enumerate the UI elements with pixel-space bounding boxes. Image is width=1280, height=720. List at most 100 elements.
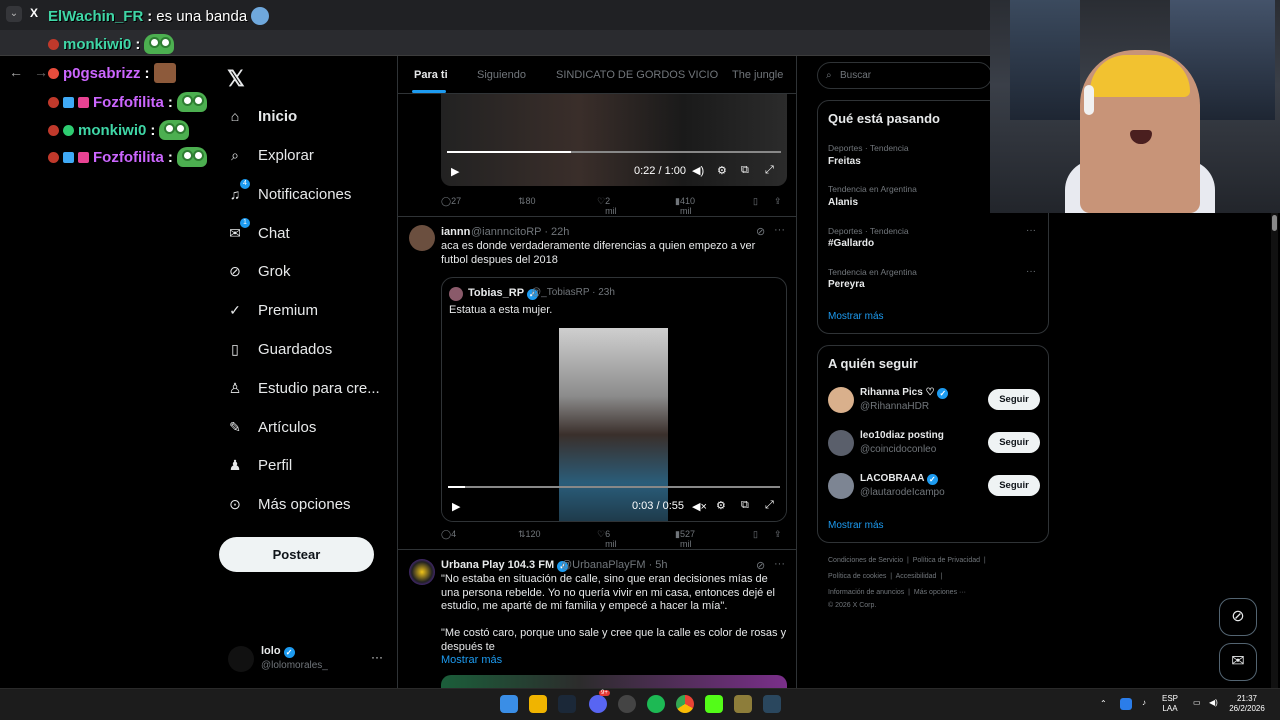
tray-app-icon[interactable] [1120, 698, 1132, 710]
more-icon[interactable]: ··· [1026, 266, 1036, 277]
avatar[interactable] [828, 387, 854, 413]
nav-profile[interactable]: ♟ Perfil [226, 456, 292, 474]
post-handle-time[interactable]: @UrbanaPlayFM · 5h [561, 559, 668, 571]
kick-icon[interactable] [705, 695, 723, 713]
nav-creator-studio[interactable]: ♙ Estudio para cre... [226, 379, 380, 397]
language-indicator[interactable]: ESP LAA [1162, 694, 1178, 714]
trend-title[interactable]: #Gallardo [828, 238, 874, 249]
follow-button[interactable]: Seguir [988, 432, 1040, 453]
footer-link[interactable]: Política de cookies [828, 573, 886, 580]
page-scrollbar[interactable] [1271, 213, 1278, 688]
reply-button[interactable]: ◯ 27 [441, 196, 461, 207]
file-explorer-icon[interactable] [529, 695, 547, 713]
share-icon[interactable]: ⇪ [774, 196, 782, 207]
follow-name-row[interactable]: Rihanna Pics ♡ ✓ [860, 387, 949, 399]
post-author[interactable]: iannn [441, 226, 470, 238]
follow-show-more-link[interactable]: Mostrar más [828, 520, 884, 531]
account-switcher[interactable]: lolo ✓ @lolomorales_ ··· [228, 644, 388, 674]
volume-icon[interactable]: ◀) [692, 164, 704, 177]
video-player[interactable]: ▶ 0:03 / 0:55 ◀× ⚙ ⧉ ⤢ [442, 328, 786, 521]
avatar[interactable] [828, 473, 854, 499]
x-favicon-icon[interactable]: X [30, 6, 44, 20]
footer-link[interactable]: Accesibilidad [896, 573, 937, 580]
volume-icon[interactable]: ◀) [1209, 698, 1218, 708]
nav-chat[interactable]: ✉ 1 Chat [226, 218, 290, 242]
post-author-row[interactable]: Urbana Play 104.3 FM ✓ [441, 559, 569, 572]
like-button[interactable]: ♡ 2 mil [597, 196, 617, 216]
bookmark-icon[interactable]: ▯ [753, 196, 758, 207]
like-button[interactable]: ♡ 6 mil [597, 529, 617, 549]
steam-icon[interactable] [558, 695, 576, 713]
nav-premium[interactable]: ✓ Premium [226, 301, 318, 319]
nav-more[interactable]: ⊙ Más opciones [226, 495, 350, 513]
footer-link[interactable]: Más opciones ··· [914, 589, 966, 596]
footer-link[interactable]: Política de Privacidad [913, 557, 980, 564]
pip-icon[interactable]: ⧉ [741, 164, 749, 177]
repost-button[interactable]: ⇅ 120 [518, 529, 541, 540]
views-button[interactable]: ▮ 410 mil [675, 196, 695, 216]
follow-button[interactable]: Seguir [988, 389, 1040, 410]
forward-arrow-icon[interactable]: → [34, 64, 48, 80]
mute-icon[interactable]: ◀× [692, 500, 707, 513]
post-media[interactable] [441, 675, 787, 688]
nav-articles[interactable]: ✎ Artículos [226, 418, 316, 436]
x-logo-icon[interactable]: 𝕏 [227, 66, 245, 92]
nav-notifications[interactable]: ♫ 4 Notificaciones [226, 179, 351, 203]
trend-title[interactable]: Alanis [828, 197, 858, 208]
follow-button[interactable]: Seguir [988, 475, 1040, 496]
messages-fab-icon[interactable]: ✉ [1219, 643, 1257, 681]
discord-icon[interactable]: 9+ [589, 690, 610, 713]
post-handle-time[interactable]: @iannncitoRP · 22h [471, 226, 569, 238]
fullscreen-icon[interactable]: ⤢ [765, 499, 774, 512]
search-input[interactable]: ⌕ Buscar [817, 62, 992, 89]
nav-bookmarks[interactable]: ▯ Guardados [226, 340, 332, 358]
avatar[interactable] [828, 430, 854, 456]
avatar[interactable] [409, 225, 435, 251]
video-progress-track[interactable] [448, 486, 780, 488]
fullscreen-icon[interactable]: ⤢ [765, 164, 774, 177]
more-icon[interactable]: ··· [774, 558, 785, 570]
repost-button[interactable]: ⇅ 80 [518, 196, 536, 207]
spotify-icon[interactable] [647, 695, 665, 713]
trends-show-more-link[interactable]: Mostrar más [828, 311, 884, 322]
settings-icon[interactable]: ⚙ [717, 164, 727, 177]
views-button[interactable]: ▮ 527 mil [675, 529, 695, 549]
post-button[interactable]: Postear [219, 537, 374, 572]
chrome-icon[interactable] [676, 695, 694, 713]
pip-icon[interactable]: ⧉ [741, 499, 749, 512]
settings-icon[interactable]: ⚙ [716, 499, 726, 512]
obs-icon[interactable] [618, 695, 636, 713]
grok-fab-icon[interactable]: ⊘ [1219, 598, 1257, 636]
scrollbar-thumb[interactable] [1272, 215, 1277, 231]
network-icon[interactable]: ▭ [1193, 698, 1201, 708]
tray-overflow-icon[interactable]: ⌃ [1100, 699, 1107, 709]
play-icon[interactable]: ▶ [452, 500, 460, 513]
avatar[interactable] [409, 559, 435, 585]
nav-grok[interactable]: ⊘ Grok [226, 262, 290, 280]
grok-icon[interactable]: ⊘ [756, 225, 765, 238]
follow-name[interactable]: leo10diaz posting [860, 430, 944, 441]
trend-title[interactable]: Freitas [828, 156, 861, 167]
more-icon[interactable]: ··· [774, 224, 785, 236]
play-icon[interactable]: ▶ [451, 165, 459, 178]
footer-link[interactable]: Información de anuncios [828, 589, 904, 596]
nav-home[interactable]: ⌂ Inicio [226, 107, 297, 125]
steam-icon[interactable] [763, 695, 781, 713]
tab-for-you[interactable]: Para ti [414, 69, 448, 81]
follow-name-row[interactable]: LACOBRAAA ✓ [860, 473, 938, 485]
nav-explore[interactable]: ⌕ Explorar [226, 146, 314, 164]
trend-title[interactable]: Pereyra [828, 279, 865, 290]
video-player[interactable]: ▶ 0:22 / 1:00 ◀) ⚙ ⧉ ⤢ [441, 94, 787, 186]
microphone-icon[interactable]: ♪ [1142, 698, 1146, 708]
tab-list-sindicato[interactable]: SINDICATO DE GORDOS VICIO [556, 69, 718, 81]
quoted-post[interactable]: Tobias_RP ✓ @_TobiasRP · 23h Estatua a e… [441, 277, 787, 522]
share-icon[interactable]: ⇪ [774, 529, 782, 540]
tab-search-button[interactable]: ⌄ [6, 6, 22, 22]
more-icon[interactable]: ··· [371, 650, 383, 664]
app-icon[interactable] [734, 695, 752, 713]
clock[interactable]: 21:37 26/2/2026 [1226, 694, 1268, 714]
tab-following[interactable]: Siguiendo [477, 69, 526, 81]
show-more-link[interactable]: Mostrar más [441, 654, 502, 668]
grok-icon[interactable]: ⊘ [756, 559, 765, 572]
bookmark-icon[interactable]: ▯ [753, 529, 758, 540]
